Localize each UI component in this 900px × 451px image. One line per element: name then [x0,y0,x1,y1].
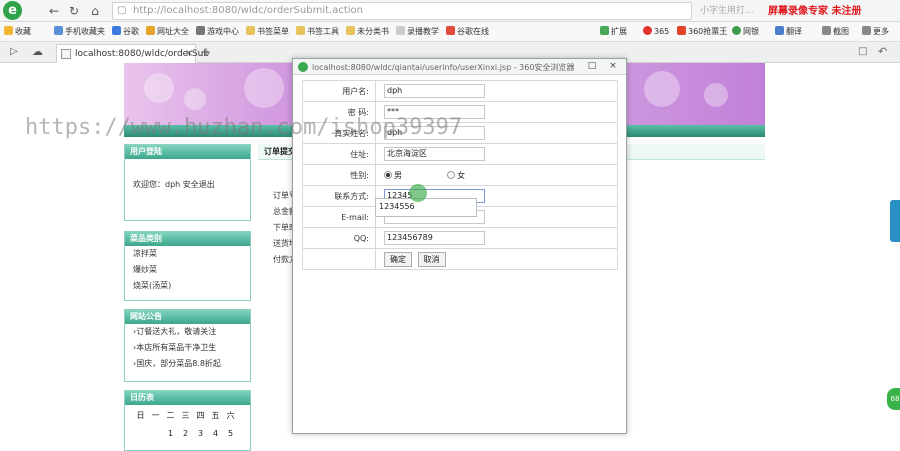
back-icon[interactable]: ← [46,3,62,19]
notice-box-title: 网站公告 [125,310,250,324]
home-icon[interactable]: ⌂ [87,3,103,19]
browser-logo-icon: e [3,1,22,20]
calendar-weekdays: 日一二三四五六 [136,411,235,420]
browser-icon [298,62,308,72]
sidebar-toggle-icon[interactable]: ▷ [10,46,18,57]
bookmark-item[interactable]: 网址大全 [146,26,189,37]
user-form: 用户名: dph 密 码: *** 真实姓名: dph 住址: 北京海淀区 性别… [302,80,618,270]
username-label: 用户名: [302,80,376,102]
form-row: 确定 取消 [302,248,618,270]
toolbar-screenshot[interactable]: 截图 [822,26,849,37]
category-box: 菜品类别 凉拌菜 爆炒菜 烧菜(汤菜) [124,231,251,301]
category-link[interactable]: 爆炒菜 [125,262,250,278]
category-box-title: 菜品类别 [125,232,250,246]
restore-tabs-icon[interactable]: □ [858,46,867,57]
close-tab-icon[interactable]: × [185,48,193,59]
address-field[interactable]: 北京海淀区 [384,147,485,161]
close-icon[interactable]: × [604,60,622,73]
notice-link[interactable]: ›订餐送大礼，敬请关注 [125,324,250,340]
notice-link[interactable]: ›国庆，部分菜品8.8折起 [125,356,250,372]
gender-female-label: 女 [457,170,466,180]
toolbar-365[interactable]: 365 [643,26,669,36]
qq-field[interactable]: 123456789 [384,231,485,245]
calendar-box-title: 日历表 [125,391,250,405]
gender-female-radio[interactable] [447,170,456,179]
category-link[interactable]: 凉拌菜 [125,246,250,262]
cancel-button[interactable]: 取消 [417,251,446,267]
bookmark-item[interactable]: 书签工具 [296,26,339,37]
bookmark-item[interactable]: 游戏中心 [196,26,239,37]
phone-label: 联系方式: [302,185,376,207]
notice-link[interactable]: ›本店所有菜品干净卫生 [125,340,250,356]
address-text: http://localhost:8080/wldc/orderSubmit.a… [133,5,363,16]
email-label: E-mail: [302,206,376,228]
float-assistant-icon[interactable]: 68 [887,388,900,410]
toolbar-more[interactable]: 更多 [862,26,889,37]
calendar-dates: 12345 [167,429,234,438]
notice-box: 网站公告 ›订餐送大礼，敬请关注 ›本店所有菜品干净卫生 ›国庆，部分菜品8.8… [124,309,251,382]
calendar-box: 日历表 日一二三四五六 12345 [124,390,251,451]
toolbar-bank[interactable]: 网银 [732,26,759,37]
toolbar-translate[interactable]: 翻译 [775,26,802,37]
bookmark-item[interactable]: 未分类书 [346,26,389,37]
side-panel-tab[interactable] [890,200,900,242]
mouse-cursor-highlight [409,184,427,202]
form-row: 住址: 北京海淀区 [302,143,618,165]
bookmark-item[interactable]: 收藏 [4,26,31,37]
address-bar[interactable]: ▢ http://localhost:8080/wldc/orderSubmit… [112,2,692,20]
page-icon: ▢ [117,5,127,16]
bookmark-item[interactable]: 书签菜单 [246,26,289,37]
cloud-icon[interactable]: ☁ [32,45,43,58]
gender-male-radio[interactable] [384,170,392,179]
bookmark-item[interactable]: 谷歌在线 [446,26,489,37]
refresh-icon[interactable]: ↻ [66,3,82,19]
gender-label: 性别: [302,164,376,186]
category-link[interactable]: 烧菜(汤菜) [125,278,250,294]
page-favicon-icon [61,49,71,59]
maximize-icon[interactable]: □ [583,60,601,73]
new-tab-button[interactable]: + [201,45,211,59]
confirm-button[interactable]: 确定 [384,251,412,267]
autocomplete-suggestion[interactable]: 1234556 [375,198,477,217]
popup-titlebar: localhost:8080/wldc/qiantai/userinfo/use… [293,59,626,75]
login-box-title: 用户登陆 [125,145,250,159]
bookmark-item[interactable]: 录播教学 [396,26,439,37]
toolbar-ticket[interactable]: 360抢票王 [677,26,727,37]
form-row: 用户名: dph [302,80,618,102]
tab-ordersubmit[interactable]: localhost:8080/wldc/orderSub × [56,44,209,63]
extension-menu[interactable]: 扩展 [600,26,627,37]
gender-male-label: 男 [394,170,402,180]
qq-label: QQ: [302,227,376,249]
bookmarks-bar: 收藏 手机收藏夹 谷歌 网址大全 游戏中心 书签菜单 书签工具 未分类书 录播教… [0,22,900,42]
login-box: 用户登陆 欢迎您：dph 安全退出 [124,144,251,221]
welcome-text: 欢迎您：dph 安全退出 [133,180,215,189]
recorder-watermark: 屏幕录像专家 未注册 [768,6,862,17]
site-watermark: https://www.huzhan.com/ishop39397 [25,115,463,140]
address-label: 住址: [302,143,376,165]
browser-toolbar: e ← ↻ ⌂ ▢ http://localhost:8080/wldc/ord… [0,0,900,22]
username-field[interactable]: dph [384,84,485,98]
minimize-icon[interactable]: – [563,60,581,73]
bookmark-item[interactable]: 谷歌 [112,26,139,37]
form-row: 性别: 男 女 [302,164,618,186]
bookmark-item[interactable]: 手机收藏夹 [54,26,105,37]
undo-close-icon[interactable]: ↶ [878,45,887,58]
form-row: QQ: 123456789 [302,227,618,249]
